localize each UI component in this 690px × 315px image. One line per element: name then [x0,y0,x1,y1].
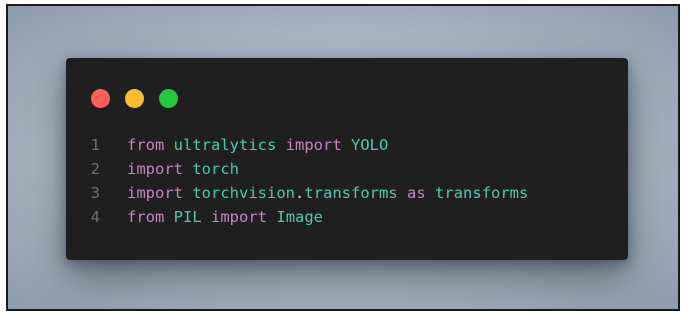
keyword: import [285,136,342,154]
code-text: from ultralytics import YOLO [127,133,388,157]
code-line: 2 import torch [66,157,528,181]
dot-operator: . [295,184,305,202]
code-text: import torchvision.transforms as transfo… [127,181,528,205]
line-number: 4 [90,208,100,226]
imported-name: YOLO [351,136,389,154]
code-line: 1 from ultralytics import YOLO [66,133,528,157]
close-dot-icon [91,89,110,108]
module-name: torchvision [192,184,295,202]
screenshot-frame: 1 from ultralytics import YOLO 2 import … [6,4,680,311]
code-window: 1 from ultralytics import YOLO 2 import … [66,58,628,260]
code-text: from PIL import Image [127,205,323,229]
minimize-dot-icon [125,89,144,108]
module-name: torch [192,160,240,178]
window-controls [91,89,178,108]
module-name: transforms [304,184,398,202]
line-number: 1 [90,136,100,154]
imported-name: Image [276,208,324,226]
line-number: 2 [90,160,100,178]
line-number: 3 [90,184,100,202]
code-line: 4 from PIL import Image [66,205,528,229]
alias-name: transforms [435,184,529,202]
module-name: ultralytics [173,136,277,154]
code-line: 3 import torchvision.transforms as trans… [66,181,529,205]
code-text: import torch [127,157,239,181]
keyword: import [127,184,183,202]
keyword: from [127,208,165,226]
module-name: PIL [173,208,202,226]
keyword: import [211,208,268,226]
keyword: import [127,160,183,178]
keyword: as [407,184,426,202]
keyword: from [127,136,165,154]
maximize-dot-icon [159,89,178,108]
code-block: 1 from ultralytics import YOLO 2 import … [66,133,529,229]
